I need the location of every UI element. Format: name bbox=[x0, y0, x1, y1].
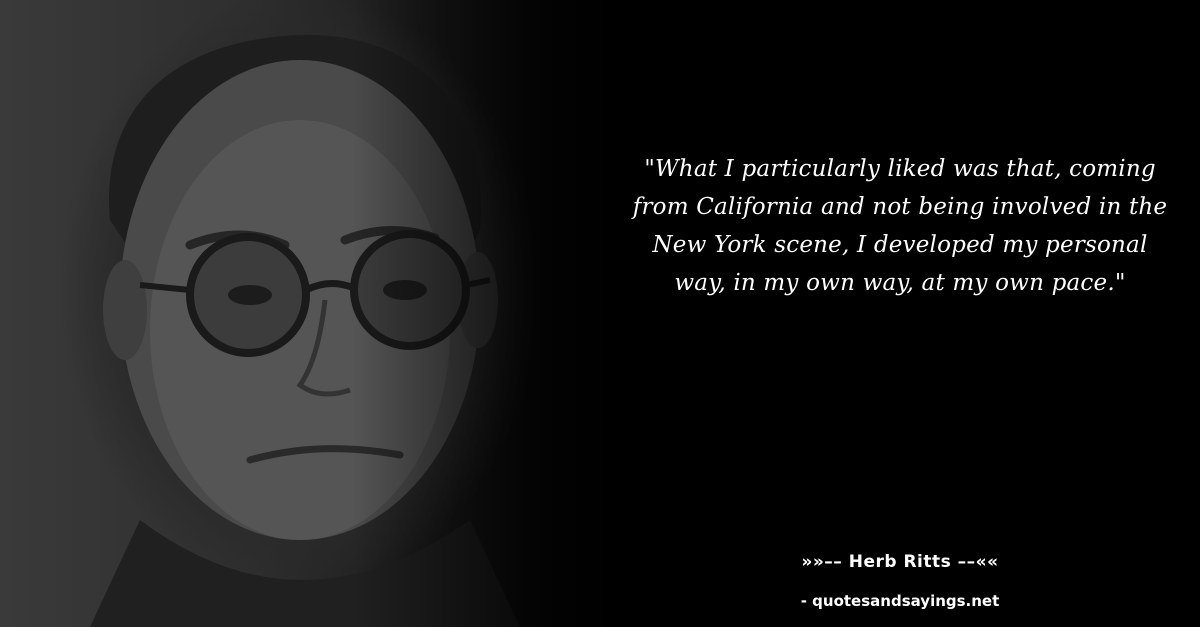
author-name: »»–– Herb Ritts ––«« bbox=[801, 552, 999, 572]
source-attribution: - quotesandsayings.net bbox=[800, 592, 1000, 610]
portrait-fade-overlay bbox=[0, 0, 640, 627]
quote-text: "What I particularly liked was that, com… bbox=[632, 156, 1168, 296]
quote-card: "What I particularly liked was that, com… bbox=[0, 0, 1200, 627]
author-portrait bbox=[0, 0, 640, 627]
